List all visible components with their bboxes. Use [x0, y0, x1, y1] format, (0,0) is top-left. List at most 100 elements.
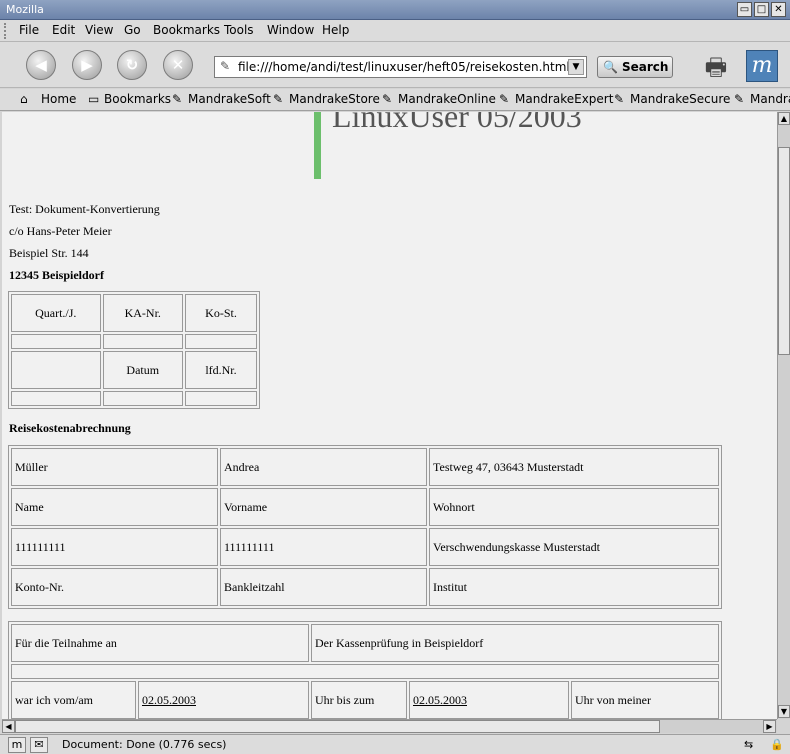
table-cell: [11, 664, 719, 679]
bookmark-icon: ✎: [382, 92, 393, 106]
date-link[interactable]: 02.05.2003: [409, 681, 569, 719]
horizontal-scroll-thumb[interactable]: [15, 720, 660, 733]
home-icon[interactable]: ⌂: [20, 92, 28, 106]
person-table: Müller Andrea Testweg 47, 03643 Musterst…: [8, 445, 722, 609]
search-button[interactable]: 🔍 Search: [597, 56, 673, 78]
bookmark-mandrakeonline[interactable]: MandrakeOnline: [398, 92, 496, 106]
heading-accent-bar: [314, 112, 321, 179]
table-cell: 111111111: [11, 528, 218, 566]
horizontal-scrollbar[interactable]: ◀ ▶: [2, 719, 777, 733]
table-cell: war ich vom/am: [11, 681, 136, 719]
window-title: Mozilla: [6, 3, 44, 16]
bookmark-icon: ✎: [614, 92, 625, 106]
table-cell: Müller: [11, 448, 218, 486]
bookmark-icon: ✎: [172, 92, 183, 106]
table-cell: Wohnort: [429, 488, 719, 526]
table-cell: Der Kassenprüfung in Beispieldorf: [311, 624, 719, 662]
table-cell: Bankleitzahl: [220, 568, 427, 606]
menu-bar: File Edit View Go Bookmarks Tools Window…: [0, 20, 790, 42]
bookmark-mandra[interactable]: Mandra: [750, 92, 790, 106]
address-line: Test: Dokument-Konvertierung: [9, 202, 160, 216]
scroll-up-button[interactable]: ▲: [778, 112, 790, 125]
table-cell: Uhr von meiner: [571, 681, 719, 719]
table-cell: Für die Teilnahme an: [11, 624, 309, 662]
menu-view[interactable]: View: [85, 23, 113, 37]
page-content: LinuxUser 05/2003 Test: Dokument-Konvert…: [2, 112, 777, 719]
table-cell: 111111111: [220, 528, 427, 566]
table-cell: [102, 334, 183, 349]
toolbar-grip[interactable]: [4, 23, 10, 39]
vertical-scrollbar[interactable]: ▲ ▼: [777, 112, 790, 719]
status-bar: m ✉ Document: Done (0.776 secs) ⇆ 🔒: [0, 734, 790, 754]
table-cell: Quart./J.: [11, 294, 101, 332]
table-cell: Andrea: [220, 448, 427, 486]
date-to[interactable]: 02.05.2003: [413, 693, 467, 707]
folder-icon: ▭: [88, 92, 100, 106]
bookmark-mandrakesoft[interactable]: MandrakeSoft: [188, 92, 271, 106]
scroll-down-button[interactable]: ▼: [778, 705, 790, 718]
menu-edit[interactable]: Edit: [52, 23, 75, 37]
url-bar[interactable]: ✎ file:///home/andi/test/linuxuser/heft0…: [214, 56, 587, 78]
online-status-icon[interactable]: ⇆: [744, 738, 753, 751]
table-cell: KA-Nr.: [102, 294, 183, 332]
bookmark-icon: ✎: [499, 92, 510, 106]
address-line: Beispiel Str. 144: [9, 246, 89, 260]
lock-icon[interactable]: 🔒: [770, 738, 784, 751]
search-label: Search: [622, 60, 669, 74]
vertical-scroll-thumb[interactable]: [778, 147, 790, 355]
back-button[interactable]: ◀: [26, 50, 56, 80]
bookmark-mandrakeexpert[interactable]: MandrakeExpert: [515, 92, 613, 106]
page-heading: LinuxUser 05/2003: [332, 112, 582, 134]
mozilla-status-icon[interactable]: m: [8, 737, 26, 753]
bookmark-home[interactable]: Home: [41, 92, 76, 106]
print-icon[interactable]: 🖶: [697, 50, 735, 84]
mozilla-logo[interactable]: m: [746, 50, 778, 82]
section-title: Reisekostenabrechnung: [9, 421, 131, 435]
date-from[interactable]: 02.05.2003: [142, 693, 196, 707]
reload-button[interactable]: ↻: [117, 50, 147, 80]
menu-help[interactable]: Help: [322, 23, 349, 37]
trip-table: Für die Teilnahme an Der Kassenprüfung i…: [8, 621, 722, 719]
table-cell: [11, 391, 101, 406]
scroll-left-button[interactable]: ◀: [2, 720, 15, 733]
bookmark-mandrakesecure[interactable]: MandrakeSecure: [630, 92, 730, 106]
scroll-right-button[interactable]: ▶: [763, 720, 776, 733]
menu-file[interactable]: File: [19, 23, 39, 37]
menu-go[interactable]: Go: [124, 23, 141, 37]
bookmark-bookmarks[interactable]: Bookmarks: [104, 92, 171, 106]
minimize-button[interactable]: ▭: [737, 2, 752, 17]
table-cell: Ko-St.: [184, 294, 257, 332]
table-cell: [11, 351, 101, 389]
table-cell: Vorname: [220, 488, 427, 526]
maximize-button[interactable]: □: [754, 2, 769, 17]
bookmark-icon: ✎: [734, 92, 745, 106]
table-cell: [11, 334, 101, 349]
forward-button[interactable]: ▶: [72, 50, 102, 80]
url-dropdown-button[interactable]: ▼: [568, 59, 584, 75]
table-cell: [184, 334, 257, 349]
table-cell: [102, 391, 183, 406]
address-city: 12345 Beispieldorf: [9, 268, 104, 282]
search-icon: 🔍: [603, 60, 618, 74]
address-line: c/o Hans-Peter Meier: [9, 224, 112, 238]
stop-button[interactable]: ✕: [163, 50, 193, 80]
table-cell: Name: [11, 488, 218, 526]
table-cell: Uhr bis zum: [311, 681, 407, 719]
bookmarks-toolbar: ⌂ Home ▭ Bookmarks ✎ MandrakeSoft ✎ Mand…: [0, 89, 790, 111]
table-cell: Konto-Nr.: [11, 568, 218, 606]
bookmark-mandrakestore[interactable]: MandrakeStore: [289, 92, 380, 106]
menu-bookmarks[interactable]: Bookmarks: [153, 23, 220, 37]
table-cell: lfd.Nr.: [184, 351, 257, 389]
status-text: Document: Done (0.776 secs): [62, 738, 227, 751]
menu-tools[interactable]: Tools: [224, 23, 254, 37]
page-icon: ✎: [220, 59, 231, 73]
date-link[interactable]: 02.05.2003: [138, 681, 309, 719]
bookmark-icon: ✎: [273, 92, 284, 106]
table-cell: Institut: [429, 568, 719, 606]
table-cell: Datum: [102, 351, 183, 389]
mail-icon[interactable]: ✉: [30, 737, 48, 753]
window-titlebar[interactable]: Mozilla ▭ □ ✕: [0, 0, 790, 20]
menu-window[interactable]: Window: [267, 23, 314, 37]
url-input[interactable]: file:///home/andi/test/linuxuser/heft05/…: [238, 60, 570, 74]
close-window-button[interactable]: ✕: [771, 2, 786, 17]
